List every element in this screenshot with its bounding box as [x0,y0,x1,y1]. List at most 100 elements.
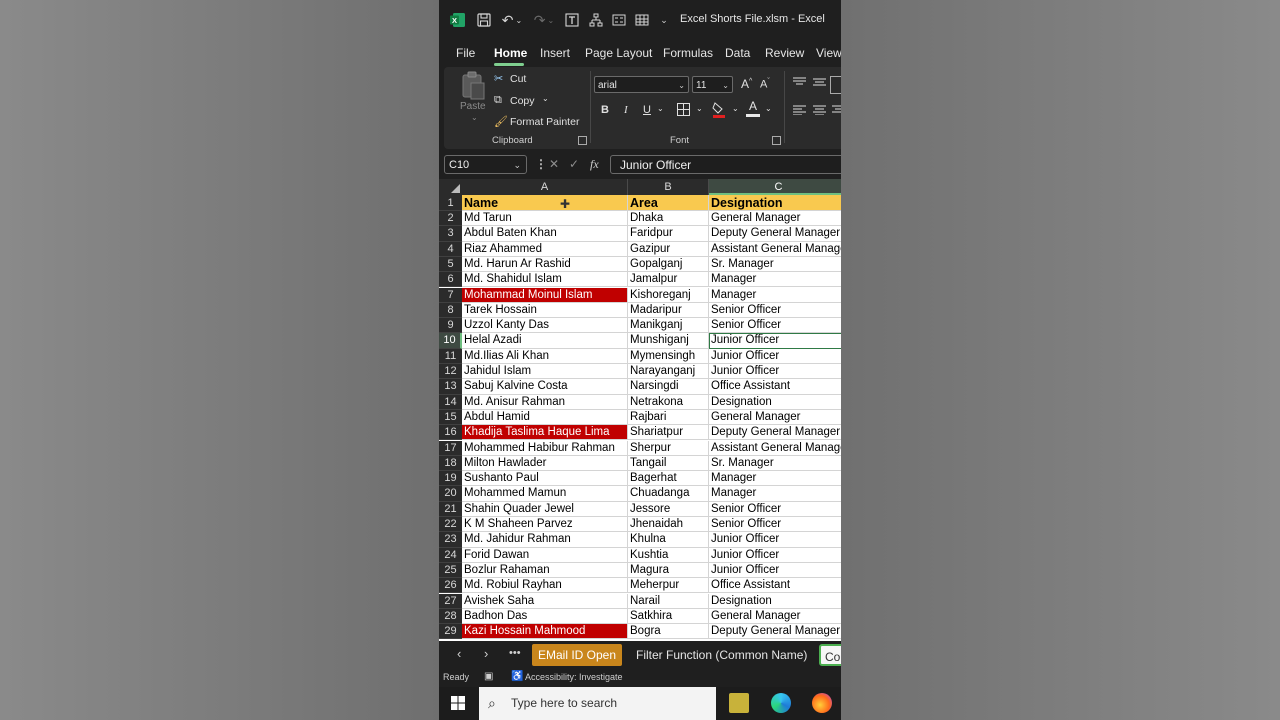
borders-icon[interactable] [676,103,690,117]
cell-designation[interactable]: Sr. Manager [709,456,841,472]
cell-name[interactable]: Bozlur Rahaman [462,562,628,579]
cell-area[interactable]: Jamalpur [628,272,709,288]
cell-designation[interactable]: Manager [709,272,841,288]
cell-designation[interactable]: General Manager [709,410,841,426]
cell-designation[interactable]: Manager [709,288,841,303]
cell-name[interactable]: Md. Jahidur Rahman [462,532,628,548]
tab-view[interactable]: View [816,46,841,60]
table-icon[interactable] [633,11,651,29]
edge-browser-icon[interactable] [771,693,791,713]
row-header[interactable]: 5 [439,256,462,273]
tab-file[interactable]: File [456,46,475,60]
row-header[interactable]: 18 [439,455,462,472]
row-header[interactable]: 9 [439,318,462,334]
cell-designation[interactable]: Junior Officer [709,548,841,563]
bottom-align-icon[interactable] [830,76,841,94]
cell-area[interactable]: Faridpur [628,226,709,242]
cell-name[interactable]: Abdul Hamid [462,409,628,426]
copy-dropdown-icon[interactable]: ⌄ [542,94,549,103]
row-header[interactable]: 15 [439,409,462,426]
cell-designation[interactable]: Junior Officer [709,364,841,380]
cell-designation[interactable]: Manager [709,471,841,487]
header-cell-designation[interactable]: Designation [709,195,841,211]
accessibility-icon[interactable]: ♿ [511,671,523,682]
row-header[interactable]: 3 [439,226,462,242]
cell-name[interactable]: Md. Harun Ar Rashid [462,256,628,273]
cell-name[interactable]: K M Shaheen Parvez [462,517,628,533]
cell-designation[interactable]: Junior Officer [709,563,841,579]
cell-area[interactable]: Gazipur [628,241,709,257]
font-size-select[interactable]: 11 ⌄ [692,76,733,93]
align-right-icon[interactable] [832,105,841,117]
tab-review[interactable]: Review [765,46,804,60]
shrink-font-button[interactable]: Aˇ [760,78,770,91]
cell-name[interactable]: Md.Ilias Ali Khan [462,348,628,364]
cell-designation[interactable]: Office Assistant [709,379,841,395]
align-center-icon[interactable] [812,105,826,117]
cell-area[interactable]: Gopalganj [628,256,709,273]
paste-label[interactable]: Paste [460,101,486,112]
fill-color-icon[interactable] [712,101,726,119]
row-header[interactable]: 26 [439,578,462,594]
cell-name[interactable]: Mohammad Moinul Islam [462,287,628,303]
cell-designation[interactable]: Deputy General Manager [709,425,841,441]
fill-color-dropdown-icon[interactable]: ⌄ [732,104,739,113]
cell-area[interactable]: Satkhira [628,608,709,625]
column-header-a[interactable]: A [462,179,628,195]
cell-name[interactable]: Shahin Quader Jewel [462,501,628,517]
cell-name[interactable]: Md Tarun [462,211,628,227]
cell-area[interactable]: Jessore [628,501,709,517]
row-header[interactable]: 2 [439,211,462,227]
cell-name[interactable]: Uzzol Kanty Das [462,318,628,334]
cell-area[interactable]: Khulna [628,532,709,548]
paste-dropdown-icon[interactable]: ⌄ [471,113,478,122]
text-box-icon[interactable] [563,11,581,29]
cell-designation[interactable]: Senior Officer [709,303,841,319]
taskbar-search-box[interactable]: ⌕ Type here to search [479,687,716,720]
undo-icon[interactable]: ↶ ⌄ [499,11,525,29]
more-sheets-icon[interactable]: ••• [509,647,521,659]
cell-designation[interactable]: Junior Officer [709,349,841,364]
cell-designation[interactable]: Deputy General Manager [709,624,841,640]
row-header[interactable]: 19 [439,471,462,487]
cut-button[interactable]: Cut [510,73,526,85]
formula-input[interactable]: Junior Officer [610,155,841,174]
cell-name[interactable]: Badhon Das [462,608,628,625]
middle-align-icon[interactable] [812,77,826,89]
cell-designation[interactable]: Junior Officer [709,532,841,548]
cell-name[interactable]: Jahidul Islam [462,364,628,380]
prev-sheet-icon[interactable]: ‹ [457,646,461,661]
cell-name[interactable]: Milton Hawlader [462,455,628,472]
hierarchy-icon[interactable] [587,11,605,29]
format-painter-button[interactable]: Format Painter [510,116,579,128]
row-header[interactable]: 10 [439,333,462,349]
cell-name[interactable]: Riaz Ahammed [462,241,628,257]
cell-designation[interactable]: General Manager [709,609,841,625]
row-header[interactable]: 23 [439,532,462,548]
row-header[interactable]: 25 [439,562,462,579]
cell-area[interactable]: Meherpur [628,578,709,594]
cell-name[interactable]: Avishek Saha [462,593,628,609]
cell-area[interactable]: Kushtia [628,547,709,563]
paste-icon[interactable] [458,71,488,101]
row-header[interactable]: 1 [439,195,462,211]
tab-page-layout[interactable]: Page Layout [585,46,652,60]
select-all-corner[interactable] [439,179,462,195]
underline-dropdown-icon[interactable]: ⌄ [657,104,664,113]
row-header[interactable]: 11 [439,348,462,364]
cell-name[interactable]: Sushanto Paul [462,471,628,487]
cell-name[interactable]: Forid Dawan [462,547,628,563]
cell-area[interactable]: Munshiganj [628,333,709,349]
cell-designation[interactable]: Senior Officer [709,517,841,533]
cell-area[interactable]: Chuadanga [628,486,709,502]
cell-area[interactable]: Narayanganj [628,364,709,380]
tab-data[interactable]: Data [725,46,750,60]
cell-designation[interactable]: Assistant General Manager [709,441,841,456]
cell-name[interactable]: Mohammed Mamun [462,486,628,502]
cell-designation[interactable]: Junior Officer [709,333,841,349]
cell-area[interactable]: Sherpur [628,440,709,456]
cell-name[interactable]: Kazi Hossain Mahmood [462,624,628,640]
cell-area[interactable]: Shariatpur [628,425,709,441]
form-icon[interactable] [610,11,628,29]
confirm-entry-icon[interactable]: ✓ [569,157,579,171]
